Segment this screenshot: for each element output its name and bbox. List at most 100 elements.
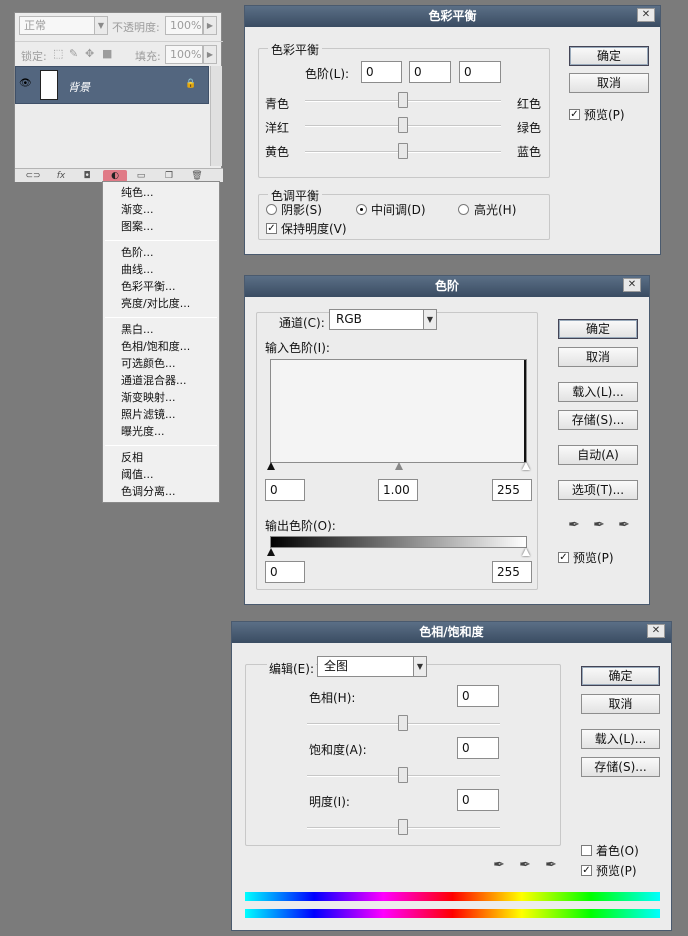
edit-select[interactable]: 全图 <box>317 656 414 677</box>
menu-item-channel-mixer[interactable]: 通道混合器... <box>121 373 187 389</box>
highlights-radio[interactable] <box>458 204 469 215</box>
fill-input[interactable]: 100% <box>165 45 203 64</box>
layer-row-background[interactable]: 👁 背景 🔒 <box>15 66 209 104</box>
colorize-checkbox[interactable] <box>581 845 592 856</box>
cyan-red-slider[interactable] <box>398 92 408 108</box>
menu-item-solid-color[interactable]: 纯色... <box>121 185 154 201</box>
lock-position-icon[interactable]: ✥ <box>85 47 94 60</box>
menu-item-exposure[interactable]: 曝光度... <box>121 424 165 440</box>
preview-checkbox[interactable]: ✓ <box>558 552 569 563</box>
eye-icon[interactable]: 👁 <box>19 79 33 89</box>
preserve-luminosity-checkbox[interactable]: ✓ <box>266 223 277 234</box>
input-gamma-field[interactable]: 1.00 <box>378 479 418 501</box>
menu-item-levels[interactable]: 色阶... <box>121 245 154 261</box>
layers-scrollbar[interactable] <box>210 66 222 166</box>
hue-slider[interactable] <box>398 715 408 731</box>
highlights-label: 高光(H) <box>474 203 517 217</box>
cancel-button[interactable]: 取消 <box>569 73 649 93</box>
fx-icon[interactable]: fx <box>53 170 69 182</box>
black-input-slider[interactable] <box>267 462 275 470</box>
save-button[interactable]: 存储(S)... <box>558 410 638 430</box>
input-levels-label: 输入色阶(I): <box>265 341 330 355</box>
menu-item-pattern[interactable]: 图案... <box>121 219 154 235</box>
mask-icon[interactable]: ◘ <box>79 170 95 182</box>
opacity-arrow[interactable]: ▶ <box>203 16 217 35</box>
result-color-bar <box>245 909 660 918</box>
chevron-down-icon[interactable]: ▼ <box>413 656 427 677</box>
ok-button[interactable]: 确定 <box>558 319 638 339</box>
output-levels-label: 输出色阶(O): <box>265 519 336 533</box>
lock-label: 锁定: <box>21 50 47 63</box>
menu-item-gradient-map[interactable]: 渐变映射... <box>121 390 176 406</box>
eyedropper-black-icon[interactable]: ✒ <box>565 516 583 534</box>
options-button[interactable]: 选项(T)... <box>558 480 638 500</box>
saturation-input[interactable]: 0 <box>457 737 499 759</box>
output-black-field[interactable]: 0 <box>265 561 305 583</box>
yellow-blue-slider[interactable] <box>398 143 408 159</box>
menu-item-color-balance[interactable]: 色彩平衡... <box>121 279 176 295</box>
menu-item-threshold[interactable]: 阈值... <box>121 467 154 483</box>
input-black-field[interactable]: 0 <box>265 479 305 501</box>
load-button[interactable]: 载入(L)... <box>581 729 660 749</box>
midtones-radio[interactable] <box>356 204 367 215</box>
eyedropper-subtract-icon[interactable]: ✒ <box>542 856 560 874</box>
eyedropper-gray-icon[interactable]: ✒ <box>590 516 608 534</box>
lightness-slider[interactable] <box>398 819 408 835</box>
ok-button[interactable]: 确定 <box>569 46 649 66</box>
white-output-slider[interactable] <box>522 548 530 556</box>
lock-image-icon[interactable]: ✎ <box>69 47 78 60</box>
saturation-slider[interactable] <box>398 767 408 783</box>
cancel-button[interactable]: 取消 <box>558 347 638 367</box>
black-output-slider[interactable] <box>267 548 275 556</box>
slider-right-label: 红色 <box>517 97 542 111</box>
output-white-field[interactable]: 255 <box>492 561 532 583</box>
shadows-radio[interactable] <box>266 204 277 215</box>
magenta-green-slider[interactable] <box>398 117 408 133</box>
close-icon[interactable]: ✕ <box>623 278 641 292</box>
auto-button[interactable]: 自动(A) <box>558 445 638 465</box>
hue-input[interactable]: 0 <box>457 685 499 707</box>
lock-all-icon[interactable]: ■ <box>102 47 112 60</box>
level-input-2[interactable]: 0 <box>409 61 451 83</box>
ok-button[interactable]: 确定 <box>581 666 660 686</box>
shadows-label: 阴影(S) <box>281 203 322 217</box>
menu-item-posterize[interactable]: 色调分离... <box>121 484 176 500</box>
opacity-input[interactable]: 100% <box>165 16 203 35</box>
menu-item-brightness-contrast[interactable]: 亮度/对比度... <box>121 296 190 312</box>
lightness-input[interactable]: 0 <box>457 789 499 811</box>
menu-item-gradient[interactable]: 渐变... <box>121 202 154 218</box>
close-icon[interactable]: ✕ <box>637 8 655 22</box>
menu-item-photo-filter[interactable]: 照片滤镜... <box>121 407 176 423</box>
blend-mode-select[interactable]: 正常 <box>19 16 95 35</box>
opacity-label: 不透明度: <box>112 21 160 34</box>
save-button[interactable]: 存储(S)... <box>581 757 660 777</box>
white-input-slider[interactable] <box>522 462 530 470</box>
level-input-3[interactable]: 0 <box>459 61 501 83</box>
colorize-label: 着色(O) <box>596 844 639 858</box>
layers-lock-row: 锁定: ⬚ ✎ ✥ ■ 填充: 100% ▶ <box>15 41 223 67</box>
menu-item-selective-color[interactable]: 可选颜色... <box>121 356 176 372</box>
menu-item-hue-saturation[interactable]: 色相/饱和度... <box>121 339 190 355</box>
chevron-down-icon[interactable]: ▼ <box>423 309 437 330</box>
eyedropper-icon[interactable]: ✒ <box>490 856 508 874</box>
dialog-title: 色阶 <box>245 276 649 297</box>
preview-checkbox[interactable]: ✓ <box>569 109 580 120</box>
lock-transparent-icon[interactable]: ⬚ <box>53 47 63 60</box>
channel-select[interactable]: RGB <box>329 309 424 330</box>
gray-input-slider[interactable] <box>395 462 403 470</box>
cancel-button[interactable]: 取消 <box>581 694 660 714</box>
blend-mode-dropdown-arrow[interactable]: ▼ <box>94 16 108 35</box>
load-button[interactable]: 载入(L)... <box>558 382 638 402</box>
menu-item-invert[interactable]: 反相 <box>121 450 143 466</box>
level-input-1[interactable]: 0 <box>361 61 402 83</box>
eyedropper-white-icon[interactable]: ✒ <box>615 516 633 534</box>
input-white-field[interactable]: 255 <box>492 479 532 501</box>
menu-item-black-white[interactable]: 黑白... <box>121 322 154 338</box>
link-layers-icon[interactable]: ⊂⊃ <box>25 170 41 182</box>
close-icon[interactable]: ✕ <box>647 624 665 638</box>
menu-item-curves[interactable]: 曲线... <box>121 262 154 278</box>
preview-label: 预览(P) <box>596 864 637 878</box>
eyedropper-add-icon[interactable]: ✒ <box>516 856 534 874</box>
fill-arrow[interactable]: ▶ <box>203 45 217 64</box>
preview-checkbox[interactable]: ✓ <box>581 865 592 876</box>
